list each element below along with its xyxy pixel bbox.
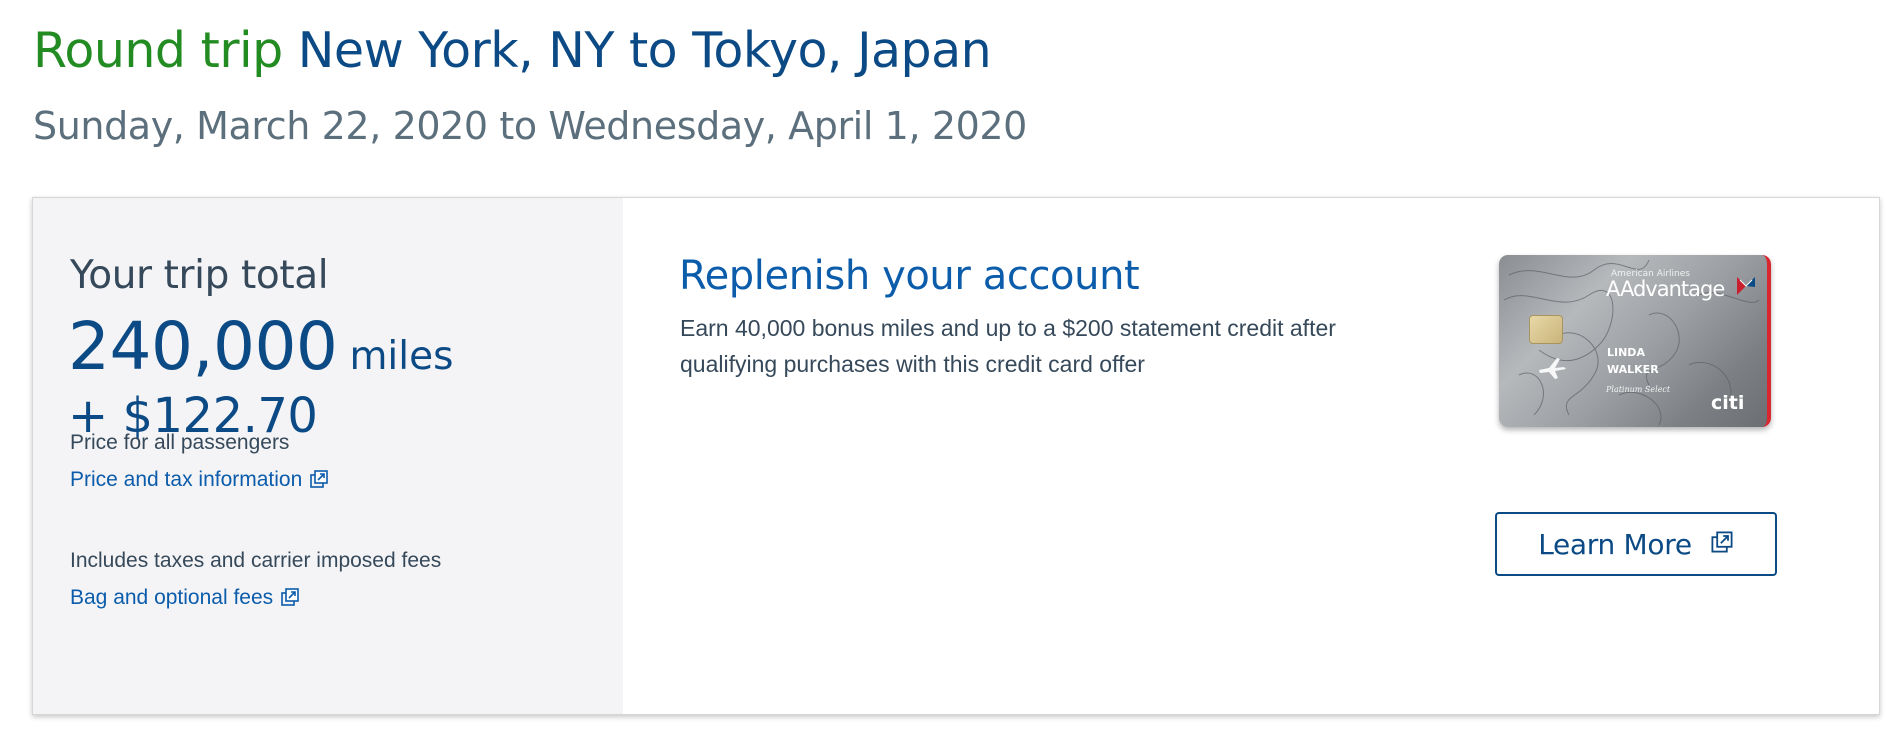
route: New York, NY to Tokyo, Japan [297, 22, 992, 79]
external-link-icon [280, 587, 300, 613]
price-summary-panel: Your trip total 240,000 miles + $122.70 P… [33, 198, 623, 714]
external-link-icon [309, 469, 329, 495]
price-tax-link-label: Price and tax information [70, 468, 303, 491]
learn-more-button[interactable]: Learn More [1495, 512, 1777, 576]
card-issuer: citi [1711, 392, 1745, 414]
trip-type: Round trip [33, 22, 283, 79]
external-link-icon [1710, 528, 1734, 561]
promo-description: Earn 40,000 bonus miles and up to a $200… [680, 315, 1336, 377]
card-brand: AAdvantage [1606, 277, 1725, 301]
card-tier: Platinum Select [1606, 385, 1671, 394]
miles-amount: 240,000 [68, 308, 338, 385]
plane-icon [1539, 358, 1566, 379]
price-tax-link[interactable]: Price and tax information [70, 468, 329, 495]
trip-summary-card: Your trip total 240,000 miles + $122.70 P… [32, 197, 1880, 715]
flag-icon [1737, 277, 1755, 295]
promo-title: Replenish your account [679, 253, 1140, 299]
learn-more-label: Learn More [1538, 527, 1692, 561]
cardholder-name: LINDA WALKER [1607, 346, 1659, 376]
miles-unit: miles [349, 334, 454, 379]
bag-fees-link[interactable]: Bag and optional fees [70, 586, 300, 613]
trip-total-label: Your trip total [70, 253, 329, 298]
miles-total: 240,000 miles [68, 308, 453, 385]
card-chip [1529, 315, 1563, 344]
trip-dates: Sunday, March 22, 2020 to Wednesday, Apr… [33, 104, 1027, 148]
credit-card-image: American Airlines AAdvantage LINDA WALKE… [1499, 255, 1771, 427]
fees-note: Includes taxes and carrier imposed fees [70, 549, 442, 572]
page-title: Round trip New York, NY to Tokyo, Japan [33, 18, 992, 84]
price-note: Price for all passengers [70, 431, 290, 454]
bag-fees-link-label: Bag and optional fees [70, 586, 274, 609]
